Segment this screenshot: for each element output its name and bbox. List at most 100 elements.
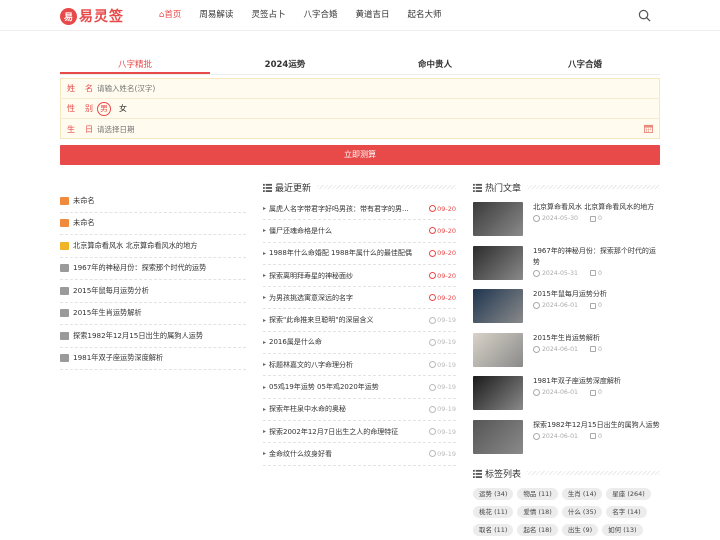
logo-mark: 易 (60, 7, 77, 25)
site-logo[interactable]: 易 易灵签 (60, 6, 124, 26)
tag-chip[interactable]: 什么 (35) (561, 506, 603, 518)
hot-article-item[interactable]: 1967年的神秘月份：探索那个时代的运势 2024-05-31 0 (473, 242, 660, 286)
name-label: 姓名 (67, 84, 93, 93)
article-badge-icon (60, 264, 69, 273)
date-text: 09-19 (437, 449, 456, 458)
list-item[interactable]: ▸ 为男孩挑选寓意深远的名字 09-20 (263, 287, 456, 310)
hot-article-title[interactable]: 1981年双子座运势深度解析 (533, 376, 660, 387)
hot-article-item[interactable]: 1981年双子座运势深度解析 2024-06-01 0 (473, 372, 660, 416)
tag-chip[interactable]: 起名 (18) (517, 524, 558, 536)
article-thumbnail[interactable] (473, 376, 523, 410)
hot-article-item[interactable]: 2015年生肖运势解析 2024-06-01 0 (473, 329, 660, 373)
tab-2024-yunshi[interactable]: 2024运势 (210, 58, 360, 74)
list-item-title: 1981年双子座运势深度解析 (73, 353, 164, 363)
article-date: 2024-06-01 (542, 389, 578, 396)
hot-article-meta: 2024-06-01 0 (533, 302, 660, 309)
tag-chip[interactable]: 爱情 (18) (517, 506, 558, 518)
article-badge-icon (60, 219, 69, 228)
tag-chip[interactable]: 名字 (14) (606, 506, 647, 518)
hot-article-list: 北京算命看风水 北京算命看风水的地方 2024-05-30 0 1967年的神秘月份：… (473, 198, 660, 459)
list-item[interactable]: ▸ 属虎人名字带君字好吗男孩：带有君字的男... 09-20 (263, 198, 456, 221)
nav-item-zhouyi[interactable]: 周易解读 (190, 0, 242, 31)
clock-icon (533, 345, 540, 353)
article-thumbnail[interactable] (473, 332, 523, 367)
date-text: 09-19 (437, 383, 456, 392)
clock-icon (429, 428, 437, 436)
list-item-title: 2016属是什么命 (269, 338, 322, 347)
nav-item-qiming[interactable]: 起名大师 (398, 0, 450, 31)
date-text: 09-19 (437, 427, 456, 436)
nav-item-home[interactable]: ⌂首页 (150, 0, 190, 31)
article-thumbnail[interactable] (473, 289, 523, 323)
list-item-date: 09-20 (429, 205, 456, 213)
date-text: 09-19 (437, 360, 456, 369)
gender-female-radio[interactable]: 女 (119, 103, 127, 114)
hot-article-info: 探索1982年12月15日出生的属狗人运势 2024-06-01 0 (533, 420, 660, 440)
arrow-icon: ▸ (263, 249, 267, 257)
tags-title-bar: 标签列表 (473, 466, 660, 480)
nav-item-bazi-hehun[interactable]: 八字合婚 (294, 0, 346, 31)
list-item[interactable]: ▸ 探索离明拜寿星的神秘面纱 09-20 (263, 265, 456, 288)
list-item[interactable]: ▸ 僵尸还魂命格是什么 09-20 (263, 220, 456, 243)
tag-chip[interactable]: 物品 (11) (517, 488, 558, 500)
article-thumbnail[interactable] (473, 245, 523, 280)
site-header: 易 易灵签 ⌂首页 周易解读 灵签占卜 八字合婚 黄道吉日 起名大师 (0, 0, 720, 31)
tab-bazi-hehun[interactable]: 八字合婚 (510, 58, 660, 74)
tag-chip[interactable]: 如何 (13) (602, 524, 643, 536)
article-date: 2024-06-01 (542, 345, 578, 353)
article-thumbnail[interactable] (473, 419, 523, 454)
hot-article-title[interactable]: 北京算命看风水 北京算命看风水的地方 (533, 202, 660, 213)
clock-icon (429, 227, 437, 235)
list-item[interactable]: ▸ 2016属是什么命 09-19 (263, 332, 456, 355)
latest-title-bar: 最近更新 (263, 180, 456, 194)
list-item[interactable]: 未命名 (60, 213, 246, 235)
list-item[interactable]: 2015年生肖运势解析 (60, 303, 246, 325)
list-item[interactable]: ▸ 标题林嘉文的八字命理分析 09-19 (263, 354, 456, 377)
tag-chip[interactable]: 桃花 (11) (473, 506, 514, 518)
clock-icon (533, 215, 540, 222)
nav-item-lingqian[interactable]: 灵签占卜 (242, 0, 294, 31)
comment-count: 0 (597, 432, 602, 440)
calendar-icon[interactable] (644, 124, 653, 133)
list-item[interactable]: ▸ 05鸡19年运势 05年鸡2020年运势 09-19 (263, 376, 456, 399)
list-item[interactable]: 1981年双子座运势深度解析 (60, 348, 246, 370)
list-item[interactable]: ▸ 1988年什么命婚配 1988年属什么的最佳配偶 09-20 (263, 243, 456, 265)
clock-icon (429, 405, 437, 413)
tag-chip[interactable]: 取名 (11) (473, 524, 514, 536)
hot-article-title[interactable]: 2015年鼠每月运势分析 (533, 289, 660, 300)
gender-male-radio[interactable]: 男 (97, 101, 111, 116)
submit-button[interactable]: 立即测算 (60, 145, 660, 165)
article-thumbnail[interactable] (473, 202, 523, 236)
hot-article-title[interactable]: 2015年生肖运势解析 (533, 333, 660, 344)
list-item[interactable]: ▸ 探索2002年12月7日出生之人的命理特征 09-19 (263, 421, 456, 444)
list-item-date: 09-19 (429, 450, 456, 458)
tag-chip[interactable]: 生肖 (14) (561, 488, 603, 500)
tag-chip[interactable]: 星座 (264) (606, 488, 651, 500)
hot-article-item[interactable]: 探索1982年12月15日出生的属狗人运势 2024-06-01 0 (473, 416, 660, 460)
tag-chip[interactable]: 出生 (9) (561, 524, 599, 536)
hot-article-item[interactable]: 2015年鼠每月运势分析 2024-06-01 0 (473, 285, 660, 329)
clock-icon (429, 338, 437, 346)
list-item[interactable]: 2015年鼠每月运势分析 (60, 280, 246, 303)
list-item[interactable]: ▸ 探索"此命推来旦聪明"的深层含义 09-19 (263, 309, 456, 332)
list-item[interactable]: 未命名 (60, 190, 246, 213)
list-item[interactable]: ▸ 金命纹什么纹身好看 09-19 (263, 443, 456, 466)
list-item[interactable]: 探索1982年12月15日出生的属狗人运势 (60, 325, 246, 348)
list-item[interactable]: 北京算命看风水 北京算命看风水的地方 (60, 235, 246, 258)
tag-chip[interactable]: 运势 (34) (473, 488, 514, 500)
list-item[interactable]: ▸ 探索年柱泉中水命的奥秘 09-19 (263, 399, 456, 421)
latest-list: ▸ 属虎人名字带君字好吗男孩：带有君字的男... 09-20 ▸ 僵尸还魂命格是什么 09… (263, 198, 456, 466)
article-badge-icon (60, 309, 69, 318)
search-icon[interactable] (638, 9, 651, 22)
tab-bazi-jingpi[interactable]: 八字精批 (60, 58, 210, 74)
list-item[interactable]: 1967年的神秘月份：探索那个时代的运势 (60, 258, 246, 280)
clock-icon (429, 272, 437, 280)
name-input[interactable] (97, 81, 659, 96)
hot-article-item[interactable]: 北京算命看风水 北京算命看风水的地方 2024-05-30 0 (473, 198, 660, 242)
tab-guiren[interactable]: 命中贵人 (360, 58, 510, 74)
clock-icon (429, 383, 437, 391)
hot-article-title[interactable]: 探索1982年12月15日出生的属狗人运势 (533, 420, 660, 431)
nav-item-huangdao[interactable]: 黄道吉日 (346, 0, 398, 31)
birth-date-input[interactable] (97, 122, 659, 136)
hot-article-title[interactable]: 1967年的神秘月份：探索那个时代的运势 (533, 246, 660, 268)
